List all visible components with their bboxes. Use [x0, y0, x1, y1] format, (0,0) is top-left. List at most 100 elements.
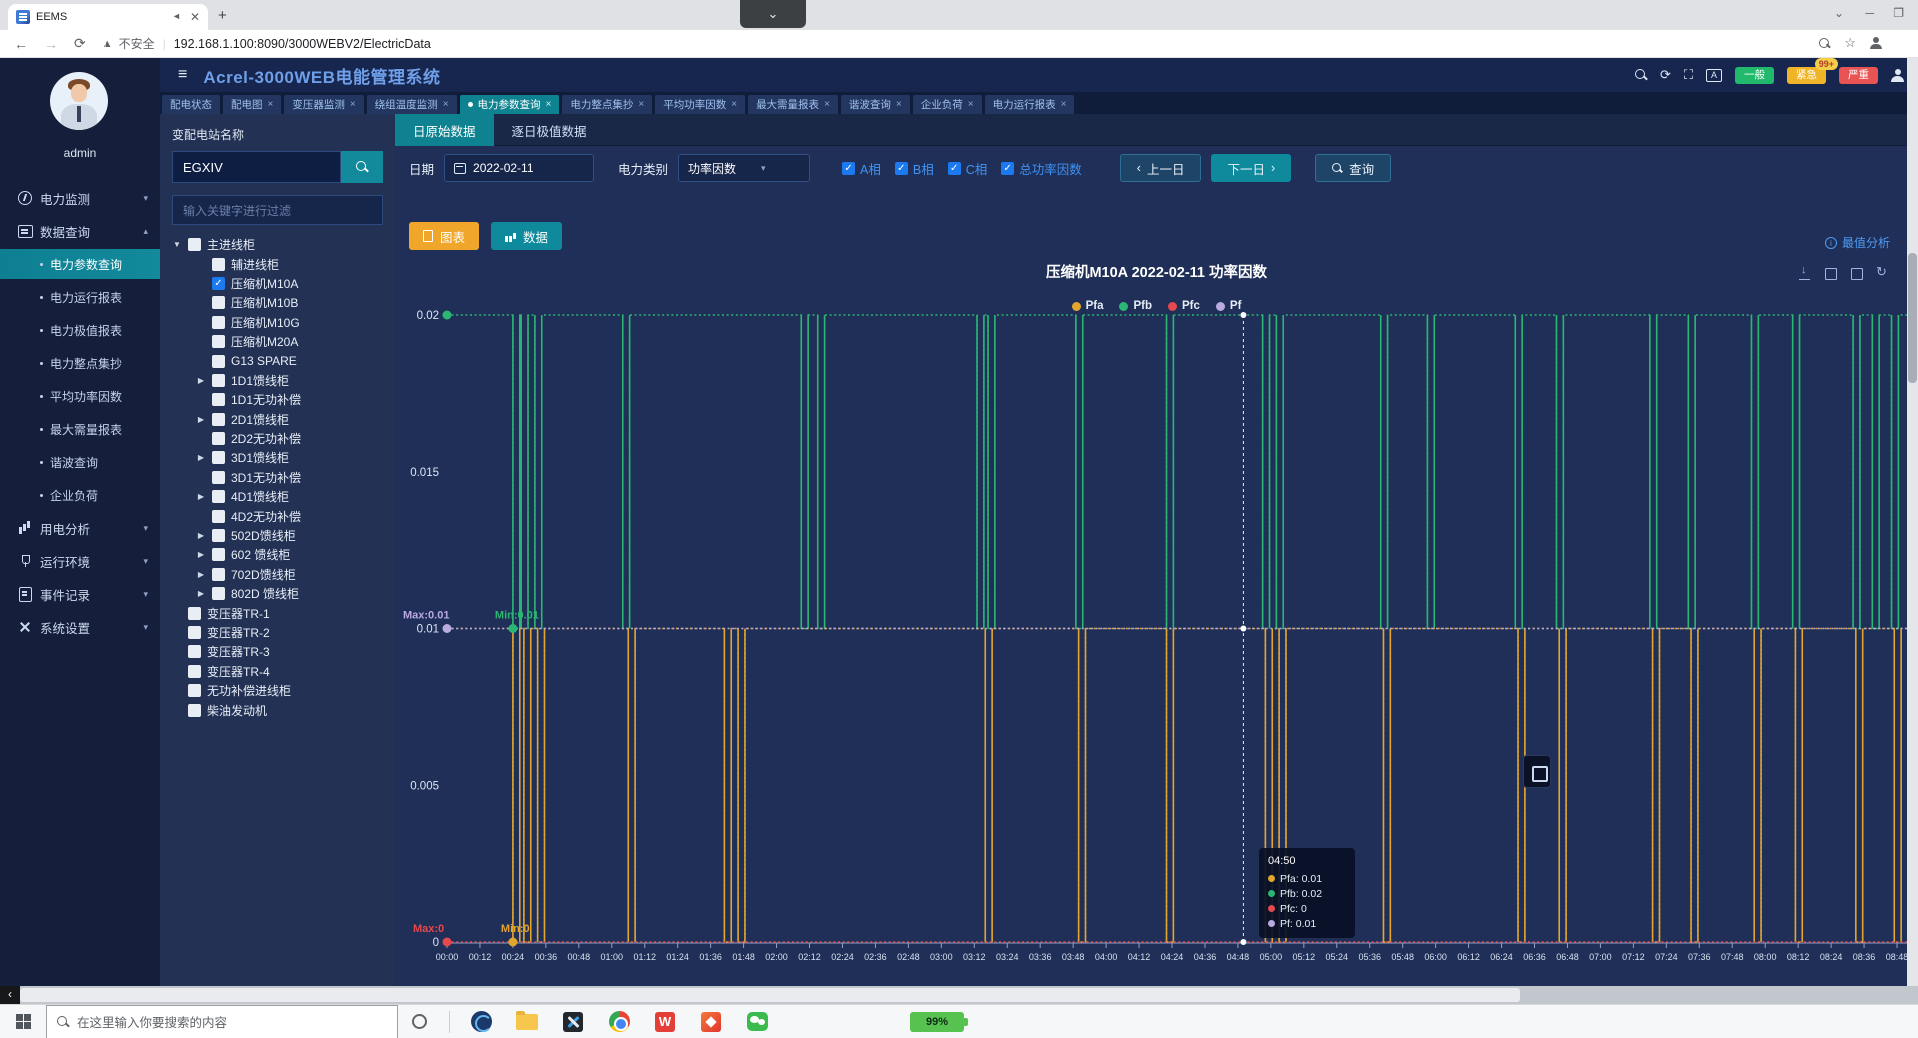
hamburger-menu-icon[interactable]: ≡	[178, 66, 187, 84]
top-tab-5[interactable]: 电力整点集抄×	[562, 95, 652, 114]
tree-node-label[interactable]: 无功补偿进线柜	[207, 682, 291, 699]
tree-node[interactable]: ▶1D1馈线柜	[172, 371, 383, 390]
category-select[interactable]: 功率因数 ▾	[678, 154, 810, 182]
tree-node[interactable]: 变压器TR-1	[172, 603, 383, 622]
checkbox-icon[interactable]: ✓	[842, 162, 855, 175]
tree-checkbox[interactable]	[188, 626, 201, 639]
zoom-icon[interactable]	[1819, 38, 1830, 49]
tree-node-label[interactable]: 变压器TR-4	[207, 663, 270, 680]
content-tab-1[interactable]: 逐日极值数据	[494, 114, 605, 146]
sidebar-item-5[interactable]: 系统设置▾	[0, 612, 160, 642]
sidebar-subitem-0[interactable]: 电力参数查询	[0, 249, 160, 279]
tree-node-label[interactable]: 压缩机M10G	[231, 314, 300, 331]
tree-node-label[interactable]: 主进线柜	[207, 236, 255, 253]
tree-checkbox[interactable]	[188, 645, 201, 658]
station-search-button[interactable]	[341, 151, 383, 183]
tree-checkbox[interactable]	[212, 451, 225, 464]
top-tab-1[interactable]: 配电图×	[223, 95, 281, 114]
vertical-scrollbar-thumb[interactable]	[1908, 253, 1917, 383]
expander-icon[interactable]: ▶	[196, 589, 206, 598]
restore-icon[interactable]	[1876, 266, 1890, 280]
legend-item-Pfc[interactable]: Pfc	[1168, 300, 1200, 312]
top-tab-8[interactable]: 谐波查询×	[841, 95, 910, 114]
expander-icon[interactable]: ▶	[196, 415, 206, 424]
tree-node[interactable]: ▶ 802D 馈线柜	[172, 584, 383, 603]
tree-node-label[interactable]: 802D 馈线柜	[231, 585, 299, 602]
top-tab-0[interactable]: 配电状态	[162, 95, 220, 114]
sidebar-item-3[interactable]: 运行环境▾	[0, 546, 160, 576]
tree-node[interactable]: ✓压缩机M10A	[172, 274, 383, 293]
tree-node[interactable]: 变压器TR-3	[172, 642, 383, 661]
phase-checkbox-1[interactable]: ✓B相	[895, 159, 934, 178]
window-minimize-button[interactable]: ─	[1865, 6, 1874, 20]
tree-checkbox[interactable]	[212, 355, 225, 368]
back-button[interactable]: ←	[14, 36, 28, 52]
tree-checkbox[interactable]	[212, 258, 225, 271]
tab-close-icon[interactable]: ×	[968, 100, 974, 110]
sidebar-subitem-4[interactable]: 平均功率因数	[0, 381, 160, 411]
tab-audio-muted-icon[interactable]	[172, 12, 184, 22]
top-tab-3[interactable]: 绕组温度监测×	[367, 95, 457, 114]
top-tab-6[interactable]: 平均功率因数×	[655, 95, 745, 114]
tree-checkbox[interactable]	[212, 471, 225, 484]
tab-close-icon[interactable]: ×	[896, 100, 902, 110]
tree-node-label[interactable]: G13 SPARE	[231, 354, 297, 368]
sidebar-item-2[interactable]: 用电分析▾	[0, 513, 160, 543]
alarm-button-1[interactable]: 紧急99+	[1787, 67, 1826, 84]
top-tab-7[interactable]: 最大需量报表×	[748, 95, 838, 114]
tree-node-label[interactable]: 2D2无功补偿	[231, 430, 301, 447]
tree-filter-input[interactable]: 输入关键字进行过滤	[172, 195, 383, 225]
date-input[interactable]: 2022-02-11	[444, 154, 594, 182]
expander-icon[interactable]: ▶	[196, 492, 206, 501]
tree-node-label[interactable]: 压缩机M10B	[231, 294, 298, 311]
sidebar-subitem-2[interactable]: 电力极值报表	[0, 315, 160, 345]
tree-node[interactable]: ▶502D馈线柜	[172, 526, 383, 545]
tree-checkbox[interactable]: ✓	[212, 277, 225, 290]
tree-node[interactable]: 变压器TR-4	[172, 662, 383, 681]
chart-view-button[interactable]: 图表	[409, 222, 479, 250]
alarm-button-0[interactable]: 一般	[1735, 67, 1774, 84]
tab-close-icon[interactable]: ×	[268, 100, 274, 110]
expander-icon[interactable]: ▼	[172, 240, 182, 249]
tree-node[interactable]: ▶3D1馈线柜	[172, 448, 383, 467]
tree-checkbox[interactable]	[188, 607, 201, 620]
extremes-analysis-link[interactable]: i 最值分析	[1825, 234, 1890, 251]
scroll-left-arrow[interactable]: ‹	[0, 986, 20, 1004]
tree-node-label[interactable]: 4D2无功补偿	[231, 508, 301, 525]
avatar[interactable]	[50, 72, 108, 130]
tree-node-label[interactable]: 3D1馈线柜	[231, 449, 289, 466]
language-translate-icon[interactable]: A	[1706, 69, 1722, 82]
tree-checkbox[interactable]	[212, 510, 225, 523]
tree-node[interactable]: ▶2D1馈线柜	[172, 410, 383, 429]
header-refresh-icon[interactable]: ⟳	[1660, 67, 1671, 83]
horizontal-scrollbar-thumb[interactable]	[20, 988, 1520, 1002]
tree-checkbox[interactable]	[212, 490, 225, 503]
sidebar-subitem-6[interactable]: 谐波查询	[0, 447, 160, 477]
tree-checkbox[interactable]	[212, 393, 225, 406]
taskbar-app-x-tool[interactable]	[550, 1005, 596, 1038]
tree-node-label[interactable]: 辅进线柜	[231, 256, 279, 273]
tree-node[interactable]: 3D1无功补偿	[172, 468, 383, 487]
tree-node[interactable]: ▶4D1馈线柜	[172, 487, 383, 506]
tab-close-icon[interactable]: ×	[638, 100, 644, 110]
tab-close-icon[interactable]: ✕	[190, 11, 200, 23]
legend-item-Pfb[interactable]: Pfb	[1119, 300, 1152, 312]
data-view-button[interactable]: 数据	[491, 222, 562, 250]
tree-node-label[interactable]: 变压器TR-3	[207, 643, 270, 660]
tree-node[interactable]: 柴油发动机	[172, 700, 383, 719]
cortana-icon[interactable]	[412, 1014, 427, 1029]
prev-day-button[interactable]: ‹ 上一日	[1120, 154, 1202, 182]
tree-node[interactable]: 压缩机M10B	[172, 293, 383, 312]
tree-node[interactable]: 压缩机M20A	[172, 332, 383, 351]
sidebar-subitem-7[interactable]: 企业负荷	[0, 480, 160, 510]
tree-node[interactable]: G13 SPARE	[172, 351, 383, 370]
station-search-input[interactable]: EGXIV	[172, 151, 341, 183]
tree-node-label[interactable]: 3D1无功补偿	[231, 469, 301, 486]
next-day-button[interactable]: 下一日 ›	[1211, 154, 1291, 182]
tree-checkbox[interactable]	[212, 296, 225, 309]
tree-node[interactable]: ▼ 主进线柜	[172, 235, 383, 254]
phase-checkbox-2[interactable]: ✓C相	[948, 159, 988, 178]
phase-checkbox-0[interactable]: ✓A相	[842, 159, 881, 178]
tree-checkbox[interactable]	[212, 529, 225, 542]
taskbar-app-clock[interactable]	[458, 1005, 504, 1038]
